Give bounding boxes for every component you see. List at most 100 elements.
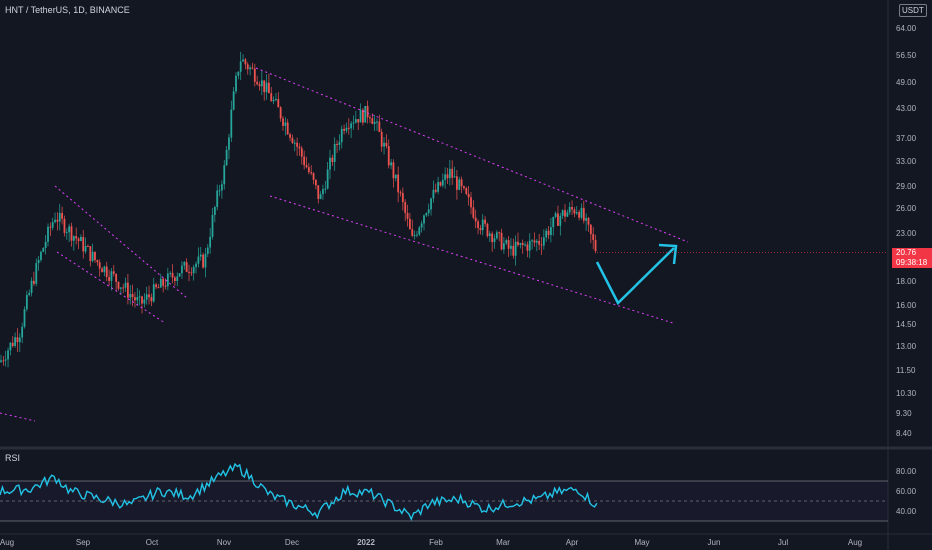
candle-body <box>575 212 578 214</box>
candle-body <box>150 297 153 302</box>
candle-body <box>519 242 522 245</box>
candle-body <box>550 227 552 235</box>
candle-body <box>232 91 235 110</box>
candle-body <box>573 209 576 214</box>
candle-body <box>77 238 80 241</box>
candle-body <box>145 294 148 300</box>
candle-body <box>51 222 54 228</box>
candle-body <box>272 99 275 102</box>
candle-body <box>124 282 127 288</box>
candle-body <box>82 236 85 252</box>
candle-body <box>159 278 162 288</box>
candle-body <box>131 293 134 298</box>
candle-body <box>533 240 536 243</box>
candle-body <box>188 271 190 273</box>
candle-body <box>221 184 223 191</box>
candle-body <box>540 244 543 246</box>
candle-body <box>192 267 195 274</box>
candle-body <box>28 292 31 295</box>
candle-body <box>561 210 564 216</box>
candle-body <box>270 93 273 102</box>
candle-body <box>157 287 160 289</box>
candle-body <box>14 337 16 346</box>
candle-body <box>2 360 5 362</box>
candle-body <box>418 227 421 235</box>
candle-body <box>268 82 270 94</box>
candle-body <box>286 122 289 135</box>
time-tick-label: Feb <box>429 538 443 547</box>
price-tick-label: 29.00 <box>896 182 917 191</box>
candle-body <box>98 262 101 269</box>
candle-body <box>103 266 106 273</box>
candle-body <box>61 212 63 219</box>
candle-body <box>251 67 254 69</box>
candle-body <box>380 131 383 147</box>
candle-body <box>564 210 566 217</box>
candle-body <box>526 244 529 251</box>
candle-body <box>409 218 411 230</box>
price-tick-label: 64.00 <box>896 24 917 33</box>
candle-body <box>263 80 266 93</box>
candle-body <box>453 176 456 178</box>
candle-body <box>427 209 430 213</box>
currency-button[interactable]: USDT <box>899 4 927 17</box>
current-price-countdown: 09:38:18 <box>896 258 928 267</box>
candle-body <box>568 207 571 213</box>
candle-body <box>296 142 298 147</box>
candle-body <box>195 263 197 268</box>
candle-body <box>557 213 559 226</box>
candle-body <box>101 268 103 273</box>
candle-body <box>528 240 531 251</box>
candle-body <box>399 192 402 194</box>
candle-body <box>277 99 280 108</box>
candle-body <box>425 212 428 216</box>
candle-body <box>209 236 212 248</box>
candle-body <box>514 241 517 256</box>
candle-body <box>359 109 362 123</box>
candle-body <box>434 189 437 192</box>
candle-body <box>477 221 479 228</box>
candle-body <box>535 240 538 243</box>
time-tick-label: Dec <box>285 538 299 547</box>
candle-body <box>127 282 129 298</box>
candle-body <box>324 188 327 190</box>
channel-trendline <box>255 67 689 243</box>
current-price-badge: 20.76 09:38:18 <box>892 248 932 268</box>
candle-body <box>411 229 414 236</box>
candle-body <box>580 207 583 218</box>
candle-body <box>279 107 282 119</box>
price-chart[interactable]: 64.00 56.50 49.00 43.00 37.00 33.00 29.00 26.00… <box>0 0 932 550</box>
candle-body <box>472 207 475 218</box>
candle-body <box>246 64 249 70</box>
candle-body <box>84 246 87 252</box>
candle-body <box>571 207 573 210</box>
candle-body <box>291 137 294 143</box>
candle-body <box>326 169 329 189</box>
candle-body <box>63 218 66 233</box>
projection-arrow <box>595 247 675 306</box>
candle-body <box>552 216 555 228</box>
candle-body <box>117 281 120 289</box>
candle-body <box>488 233 491 237</box>
candle-body <box>242 59 244 62</box>
candle-body <box>155 284 157 288</box>
candle-body <box>456 176 458 190</box>
candle-body <box>404 202 407 213</box>
candle-body <box>554 213 557 217</box>
candle-body <box>444 174 447 180</box>
candle-body <box>185 262 188 272</box>
chart-title: HNT / TetherUS, 1D, BINANCE <box>5 5 130 15</box>
candle-body <box>25 294 28 310</box>
candle-body <box>152 284 155 302</box>
candle-body <box>542 237 545 246</box>
candle-body <box>47 226 49 242</box>
time-tick-label: Mar <box>496 538 510 547</box>
candle-body <box>141 296 143 304</box>
price-tick-label: 11.50 <box>896 366 916 375</box>
candle-body <box>401 192 404 203</box>
candle-body <box>75 236 78 239</box>
candle-body <box>305 165 308 168</box>
time-tick-label: Oct <box>146 538 159 547</box>
candle-body <box>204 253 207 268</box>
candle-body <box>307 167 310 173</box>
